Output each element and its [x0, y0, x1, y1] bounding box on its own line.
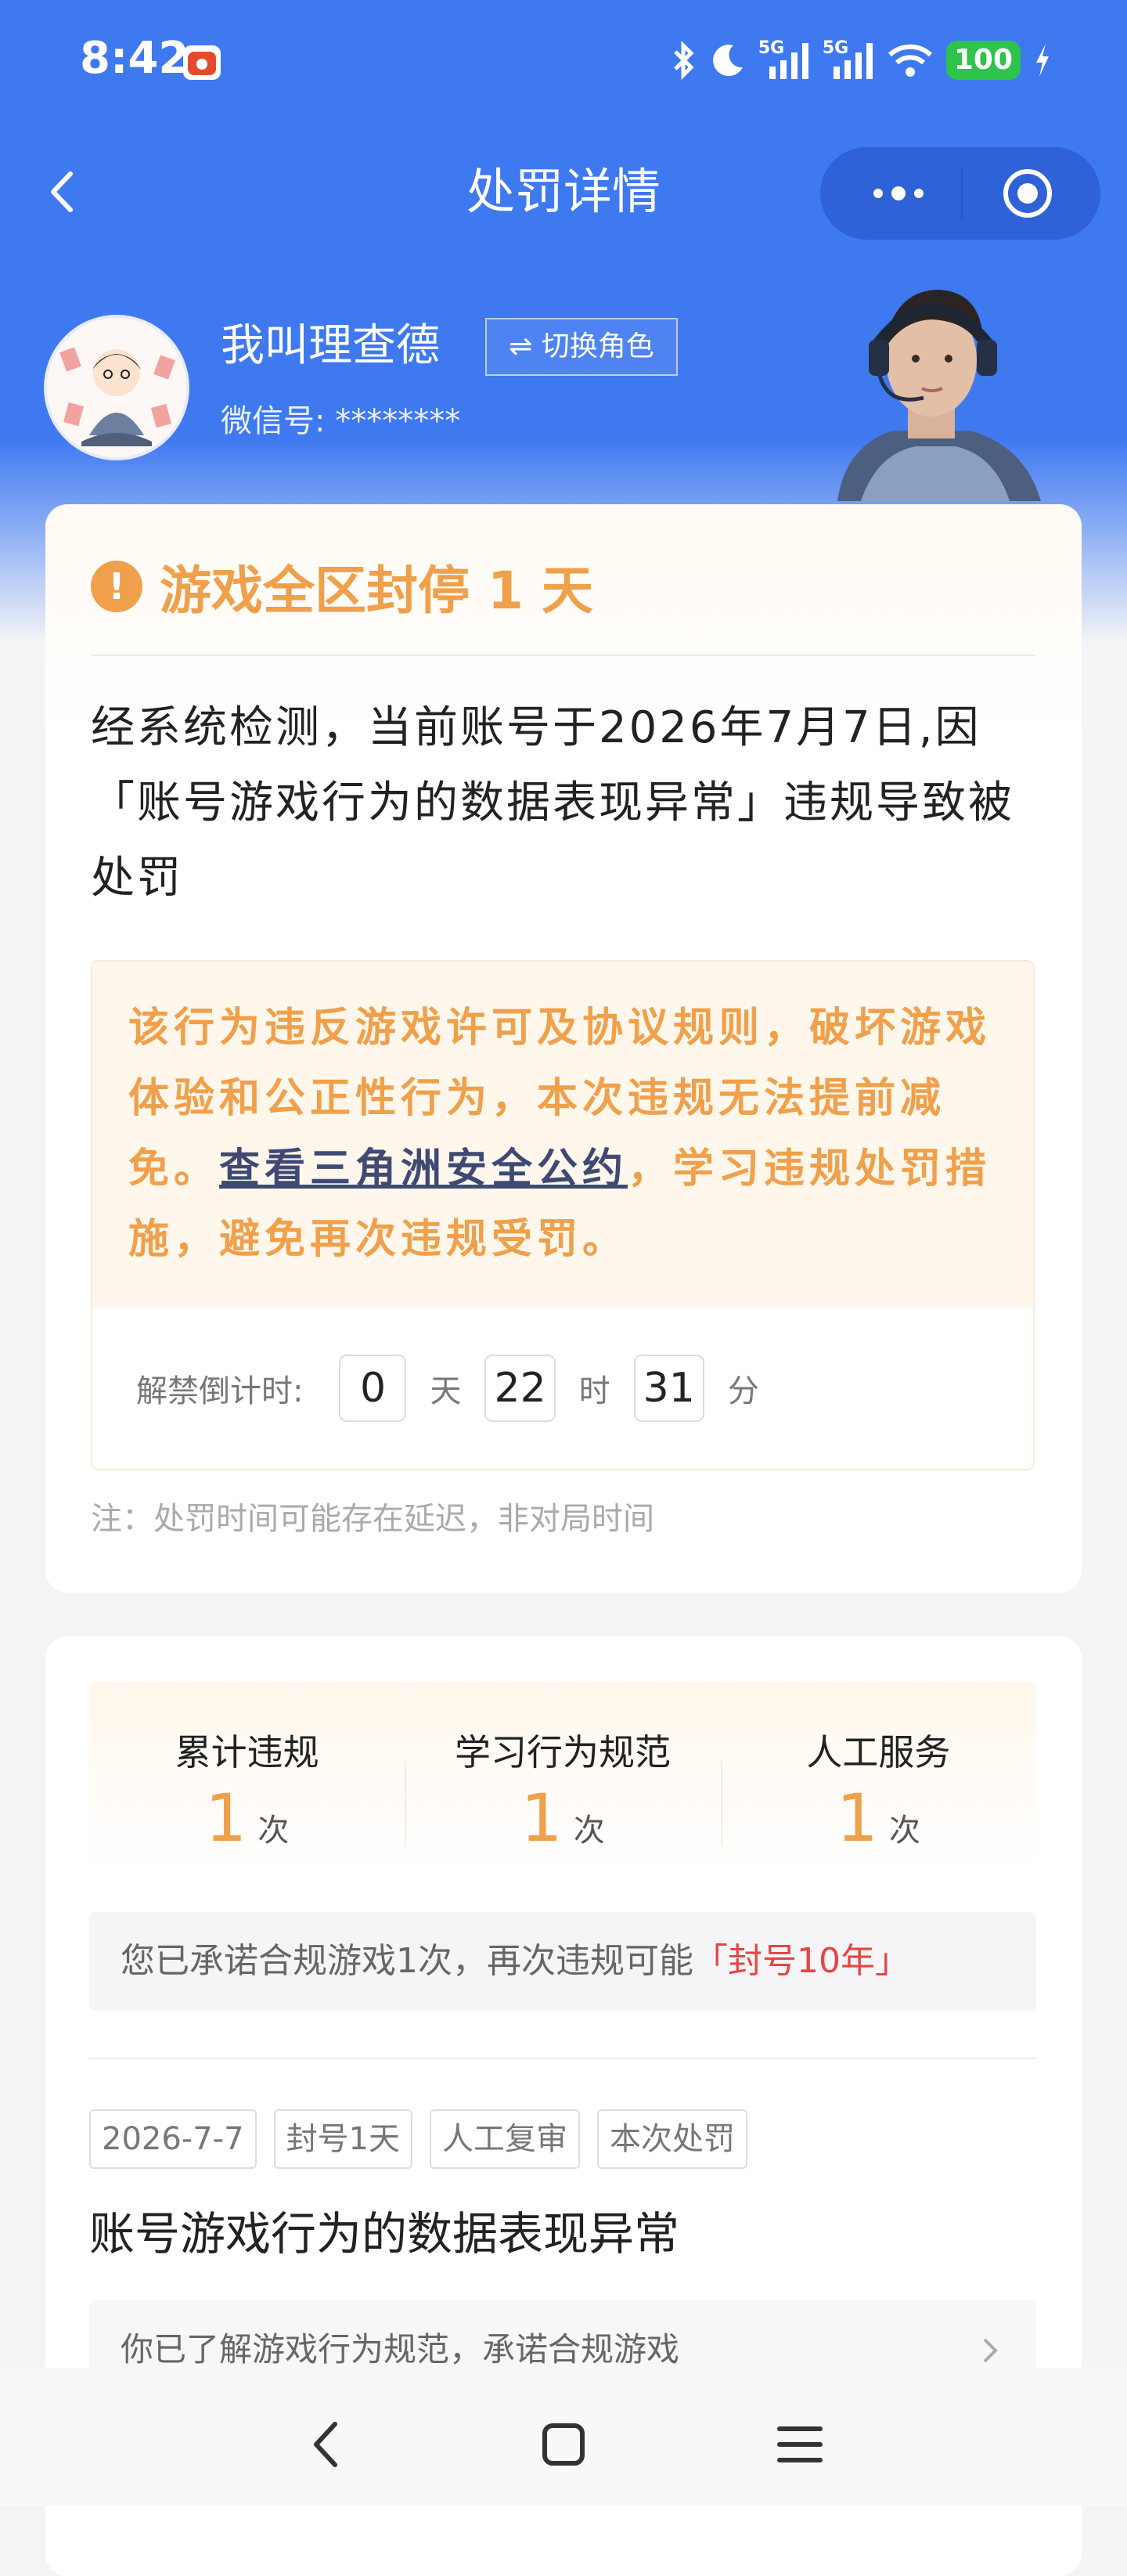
stat-study-conduct[interactable]: 学习行为规范 1次 [405, 1682, 720, 1870]
safety-pact-link[interactable]: 查看三角洲安全公约 [219, 1145, 628, 1192]
menu-nav-icon[interactable] [769, 2413, 831, 2476]
signal-bars-icon [833, 43, 873, 79]
moon-icon [712, 45, 743, 77]
notice-box: 该行为违反游戏许可及协议规则，破坏游戏体验和公正性行为，本次违规无法提前减免。查… [91, 960, 1035, 1470]
mini-program-capsule [820, 147, 1100, 240]
tag-manual-review: 人工复审 [430, 2109, 581, 2169]
stat-unit: 次 [889, 1813, 921, 1849]
signal-icon: 5G [758, 38, 810, 82]
signal-bars-icon [769, 43, 808, 79]
countdown-hours: 22 [484, 1355, 556, 1422]
stat-value-row: 1次 [89, 1780, 405, 1868]
stat-value: 1 [204, 1780, 247, 1856]
tag-ban-duration: 封号1天 [273, 2109, 413, 2169]
record-tags: 2026-7-7 封号1天 人工复审 本次处罚 [89, 2109, 748, 2169]
stat-unit: 次 [257, 1813, 290, 1849]
stat-value: 1 [520, 1780, 563, 1856]
signal-icon-2: 5G [823, 38, 874, 82]
avatar[interactable] [44, 315, 189, 460]
chevron-right-icon [983, 2338, 998, 2363]
system-navigation-bar [0, 2368, 1127, 2506]
battery-icon: 100 [945, 41, 1021, 80]
stats-panel: 累计违规 1次 学习行为规范 1次 人工服务 1次 [89, 1682, 1036, 1870]
back-nav-icon[interactable] [297, 2413, 360, 2476]
bluetooth-icon [674, 41, 694, 80]
warning-icon: ! [91, 561, 142, 612]
penalty-description: 经系统检测，当前账号于2026年7月7日,因「账号游戏行为的数据表现异常」违规导… [91, 702, 1014, 904]
countdown-minutes: 31 [633, 1355, 704, 1422]
notice-text: 该行为违反游戏许可及协议规则，破坏游戏体验和公正性行为，本次违规无法提前减免。查… [128, 993, 1005, 1275]
stat-value-row: 1次 [721, 1780, 1036, 1868]
compliance-promise-banner: 您已承诺合规游戏1次，再次违规可能「封号10年」 [89, 1912, 1036, 2011]
promise-text: 您已承诺合规游戏1次，再次违规可能 [121, 1941, 693, 1981]
more-dots-icon[interactable] [859, 175, 938, 211]
countdown-days: 0 [339, 1355, 407, 1422]
home-nav-icon[interactable] [532, 2413, 595, 2476]
wechat-id: 微信号: ******** [221, 403, 461, 439]
stat-value: 1 [836, 1780, 879, 1856]
hour-unit: 时 [578, 1373, 610, 1409]
day-unit: 天 [430, 1373, 462, 1409]
unban-countdown: 解禁倒计时: 0 天 22 时 31 分 [136, 1353, 783, 1423]
username: 我叫理查德 [221, 320, 440, 371]
ban-title: ! 游戏全区封停 1 天 [91, 551, 593, 622]
divider [91, 655, 1035, 656]
target-close-icon[interactable] [1000, 166, 1055, 221]
delay-footnote: 注：处罚时间可能存在延迟，非对局时间 [91, 1501, 654, 1537]
stat-total-violations[interactable]: 累计违规 1次 [89, 1682, 405, 1870]
ban-title-text: 游戏全区封停 1 天 [160, 561, 593, 621]
minute-unit: 分 [727, 1373, 759, 1409]
countdown-label: 解禁倒计时: [136, 1373, 304, 1409]
stat-unit: 次 [573, 1813, 605, 1849]
status-time: 8:42 [80, 33, 189, 84]
penalty-card: ! 游戏全区封停 1 天 经系统检测，当前账号于2026年7月7日,因「账号游戏… [45, 504, 1082, 1593]
stat-label: 人工服务 [806, 1731, 951, 1773]
tag-current-penalty: 本次处罚 [597, 2109, 748, 2169]
status-bar: 8:42 5G 5G 100 [0, 0, 1127, 125]
stat-value-row: 1次 [405, 1780, 720, 1868]
switch-role-button[interactable]: ⇌ 切换角色 [485, 318, 678, 376]
notification-app-icon [183, 45, 221, 80]
charging-icon [1036, 44, 1049, 77]
record-title: 账号游戏行为的数据表现异常 [89, 2207, 680, 2260]
avatar-illustration [47, 318, 186, 457]
stat-label: 学习行为规范 [454, 1731, 671, 1773]
promise-highlight: 「封号10年」 [693, 1941, 909, 1981]
stat-human-service[interactable]: 人工服务 1次 [720, 1682, 1036, 1870]
capsule-separator [961, 168, 963, 219]
acknowledge-text: 你已了解游戏行为规范，承诺合规游戏 [121, 2330, 680, 2369]
game-character-image [837, 290, 1041, 501]
stat-label: 累计违规 [175, 1731, 319, 1773]
status-icons: 5G 5G 100 [671, 33, 1052, 88]
wifi-icon [888, 44, 932, 77]
tag-date: 2026-7-7 [89, 2109, 257, 2169]
divider [89, 2058, 1036, 2059]
